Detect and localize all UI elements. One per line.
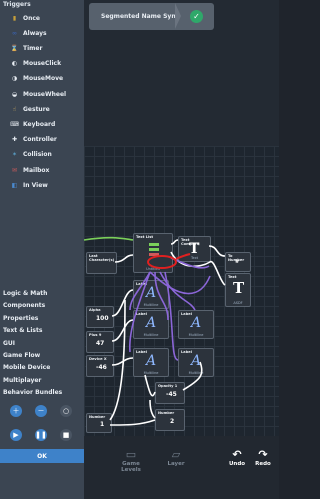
trigger-item[interactable]: ✚ Controller [10, 134, 82, 146]
category-item[interactable]: Game Flow [3, 352, 40, 359]
category-item[interactable]: Multiplayer [3, 377, 41, 384]
trigger-label: Mailbox [23, 166, 50, 174]
wire [109, 299, 126, 421]
keyboard-icon: ⌨ [10, 120, 19, 128]
zoom-out-icon[interactable]: － [35, 405, 47, 417]
trigger-label: Once [23, 14, 40, 22]
bottom-nav: ▭ Game Levels ▱ Layer ↶ Undo ↷ Redo [84, 436, 279, 499]
wire [83, 236, 134, 241]
wire [149, 399, 156, 419]
pause-icon[interactable]: ❚❚ [35, 429, 47, 441]
game-levels-icon: ▭ [125, 448, 137, 461]
check-circle-icon: ✓ [190, 10, 203, 23]
highlight-pointer [175, 253, 191, 260]
category-item[interactable]: Logic & Math [3, 290, 47, 297]
highlight-circle [147, 255, 177, 269]
triggers-title: Triggers [3, 1, 31, 8]
trigger-item[interactable]: ✉ Mailbox [10, 164, 82, 176]
layer-icon: ▱ [171, 448, 181, 461]
wire [109, 419, 156, 426]
trigger-item[interactable]: ☝ Gesture [10, 103, 82, 115]
trigger-label: Controller [23, 136, 57, 144]
nav-label: Undo [228, 461, 246, 467]
once-icon: ▮ [12, 14, 17, 22]
wire [164, 271, 179, 361]
nav-label: Game Levels [121, 461, 141, 473]
trigger-label: Always [23, 29, 47, 37]
gesture-icon: ☝ [12, 105, 17, 113]
always-icon: ∞ [12, 29, 17, 37]
timer-icon: ⌛ [10, 44, 19, 52]
nav-layer[interactable]: ▱ Layer [159, 448, 193, 467]
trigger-item[interactable]: ⌛ Timer [10, 42, 82, 54]
trigger-label: MouseMove [23, 75, 64, 83]
wire [149, 271, 211, 295]
redo-icon: ↷ [258, 448, 268, 461]
trigger-item[interactable]: ∞ Always [10, 27, 82, 39]
category-item[interactable]: Components [3, 302, 45, 309]
wire [129, 271, 151, 311]
nav-label: Redo [255, 461, 271, 467]
trigger-label: MouseWheel [23, 90, 67, 98]
trigger-label: MouseClick [23, 60, 62, 68]
wire [111, 289, 134, 317]
wire [182, 361, 203, 391]
sync-title: Segmented Name Sync [101, 13, 180, 20]
mailbox-icon: ✉ [11, 166, 18, 174]
trigger-item[interactable]: ◒ MouseWheel [10, 88, 82, 100]
trigger-label: Keyboard [23, 120, 56, 128]
search-icon[interactable]: ○ [60, 405, 72, 417]
trigger-label: Gesture [23, 105, 50, 113]
mouse-move-icon: ◑ [11, 75, 18, 83]
wire [170, 239, 179, 245]
mouse-click-icon: ◐ [11, 60, 18, 68]
play-icon[interactable]: ▶ [10, 429, 22, 441]
in-view-icon: ◧ [11, 181, 18, 189]
zoom-in-icon[interactable]: ＋ [10, 405, 22, 417]
category-item[interactable]: Properties [3, 315, 38, 322]
mouse-wheel-icon: ◒ [11, 90, 18, 98]
wire [114, 254, 134, 263]
trigger-label: Collision [23, 151, 52, 159]
category-item[interactable]: GUI [3, 340, 15, 347]
wire [144, 374, 156, 397]
category-item[interactable]: Text & Lists [3, 327, 42, 334]
collision-icon: ✶ [11, 151, 18, 159]
trigger-item[interactable]: ▮ Once [10, 12, 82, 24]
trigger-label: Timer [23, 44, 43, 52]
nav-game-levels[interactable]: ▭ Game Levels [114, 448, 148, 473]
trigger-item[interactable]: ◑ MouseMove [10, 73, 82, 85]
sidebar: Triggers ▮ Once ∞ Always ⌛ Timer ◐ MouseClick ◑ M… [0, 0, 84, 499]
sync-status-bar[interactable]: Segmented Name Sync ✓ [89, 3, 214, 30]
nav-label: Layer [167, 461, 185, 467]
wire [208, 245, 226, 257]
controller-icon: ✚ [11, 136, 18, 144]
category-item[interactable]: Mobile Device [3, 364, 50, 371]
trigger-item[interactable]: ◧ In View [10, 179, 82, 191]
category-item[interactable]: Behavior Bundles [3, 389, 62, 396]
nav-redo[interactable]: ↷ Redo [246, 448, 280, 467]
trigger-item[interactable]: ⌨ Keyboard [10, 118, 82, 130]
chevron-right-icon [175, 3, 181, 29]
wire [129, 271, 151, 353]
stop-icon[interactable]: ■ [60, 429, 72, 441]
trigger-label: In View [23, 181, 48, 189]
ok-button[interactable]: OK [0, 449, 84, 463]
trigger-item[interactable]: ◐ MouseClick [10, 58, 82, 70]
trigger-item[interactable]: ✶ Collision [10, 149, 82, 161]
